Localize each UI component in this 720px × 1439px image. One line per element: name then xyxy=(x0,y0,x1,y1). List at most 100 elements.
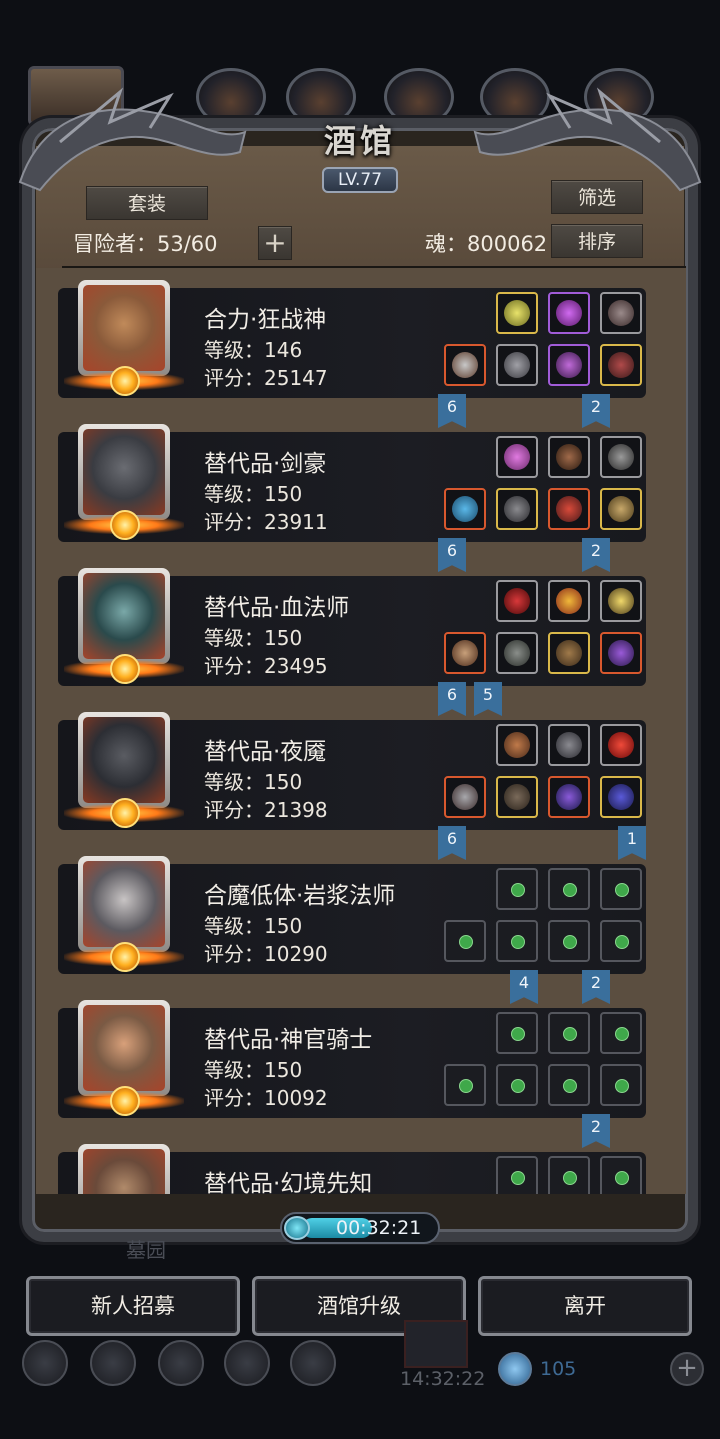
armor-slot[interactable] xyxy=(548,488,590,530)
accessory-slot[interactable] xyxy=(600,292,642,334)
hero-name: 替代品·血法师 xyxy=(204,595,350,621)
set-count-flag: 6 xyxy=(438,826,466,860)
armor-slot[interactable] xyxy=(496,488,538,530)
star-rank-icon xyxy=(110,510,140,540)
empty-slot[interactable] xyxy=(496,1064,538,1106)
add-equipment-icon xyxy=(511,1079,525,1093)
hero-score: 评分：10290 xyxy=(204,942,328,966)
armor-slot[interactable] xyxy=(600,632,642,674)
hero-level: 等级：146 xyxy=(204,338,303,362)
armor-slot[interactable] xyxy=(600,344,642,386)
guild-icon[interactable] xyxy=(290,1340,336,1386)
sort-button[interactable]: 排序 xyxy=(551,224,643,258)
accessory-slot[interactable] xyxy=(600,724,642,766)
add-equipment-icon xyxy=(563,935,577,949)
accessory-slot[interactable] xyxy=(600,436,642,478)
page-title: 酒馆 xyxy=(323,122,396,160)
timer-clock-icon xyxy=(284,1216,310,1240)
accessory-slot[interactable] xyxy=(496,292,538,334)
hero-card[interactable]: 替代品·血法师 等级：150 评分：23495 xyxy=(58,568,646,686)
hero-portrait[interactable] xyxy=(64,712,184,828)
accessory-slot[interactable] xyxy=(548,436,590,478)
empty-slot[interactable] xyxy=(600,1012,642,1054)
accessory-slot[interactable] xyxy=(496,436,538,478)
add-equipment-icon xyxy=(511,883,525,897)
set-count-flag: 2 xyxy=(582,394,610,428)
hero-score: 评分：10092 xyxy=(204,1086,328,1110)
armor-slot[interactable] xyxy=(600,488,642,530)
hero-portrait[interactable] xyxy=(64,856,184,972)
hero-card[interactable]: 合力·狂战神 等级：146 评分：25147 xyxy=(58,280,646,398)
shop-icon[interactable] xyxy=(158,1340,204,1386)
hero-name: 替代品·幻境先知 xyxy=(204,1171,373,1194)
leave-button[interactable]: 离开 xyxy=(478,1276,692,1336)
accessory-slot[interactable] xyxy=(548,724,590,766)
add-equipment-icon xyxy=(459,935,473,949)
empty-slot[interactable] xyxy=(548,1012,590,1054)
hero-list[interactable]: 合力·狂战神 等级：146 评分：25147 6 2 替代品·剑豪 等级：150… xyxy=(36,268,686,1194)
empty-slot[interactable] xyxy=(496,1012,538,1054)
hero-portrait[interactable] xyxy=(64,1000,184,1116)
empty-slot[interactable] xyxy=(496,868,538,910)
timer-text: 00:32:21 xyxy=(336,1217,422,1239)
star-rank-icon xyxy=(110,1086,140,1116)
empty-slot[interactable] xyxy=(600,868,642,910)
weapon-slot[interactable] xyxy=(444,344,486,386)
hero-portrait[interactable] xyxy=(64,568,184,684)
empty-slot[interactable] xyxy=(548,1064,590,1106)
mail-icon[interactable] xyxy=(224,1340,270,1386)
empty-slot[interactable] xyxy=(444,920,486,962)
empty-slot[interactable] xyxy=(496,1156,538,1194)
soul-count: 魂：800062 xyxy=(425,232,548,256)
accessory-slot[interactable] xyxy=(548,580,590,622)
armor-slot[interactable] xyxy=(548,344,590,386)
set-count-flag: 6 xyxy=(438,538,466,572)
set-button[interactable]: 套装 xyxy=(86,186,208,220)
hero-card[interactable]: 替代品·神官骑士 等级：150 评分：10092 xyxy=(58,1000,646,1118)
add-equipment-icon xyxy=(615,883,629,897)
achievement-icon[interactable] xyxy=(90,1340,136,1386)
empty-slot[interactable] xyxy=(548,920,590,962)
hero-card[interactable]: 替代品·剑豪 等级：150 评分：23911 xyxy=(58,424,646,542)
hero-score: 评分：23911 xyxy=(204,510,328,534)
hero-card[interactable]: 替代品·幻境先知 xyxy=(58,1144,646,1194)
armor-slot[interactable] xyxy=(496,776,538,818)
accessory-slot[interactable] xyxy=(548,292,590,334)
hero-score: 评分：25147 xyxy=(204,366,328,390)
armor-slot[interactable] xyxy=(496,632,538,674)
weapon-slot[interactable] xyxy=(444,776,486,818)
add-equipment-icon xyxy=(563,1079,577,1093)
empty-slot[interactable] xyxy=(600,1156,642,1194)
recruit-button[interactable]: 新人招募 xyxy=(26,1276,240,1336)
hero-portrait[interactable] xyxy=(64,280,184,396)
hero-card[interactable]: 替代品·夜魇 等级：150 评分：21398 xyxy=(58,712,646,830)
hero-portrait[interactable] xyxy=(64,424,184,540)
hero-card[interactable]: 合魔低体·岩浆法师 等级：150 评分：10290 xyxy=(58,856,646,974)
empty-slot[interactable] xyxy=(496,920,538,962)
armor-slot[interactable] xyxy=(600,776,642,818)
empty-slot[interactable] xyxy=(548,1156,590,1194)
hero-level: 等级：150 xyxy=(204,1058,303,1082)
weapon-slot[interactable] xyxy=(444,488,486,530)
filter-button[interactable]: 筛选 xyxy=(551,180,643,214)
accessory-slot[interactable] xyxy=(496,724,538,766)
settings-icon[interactable] xyxy=(22,1340,68,1386)
armor-slot[interactable] xyxy=(548,632,590,674)
star-rank-icon xyxy=(110,942,140,972)
add-equipment-icon xyxy=(511,935,525,949)
empty-slot[interactable] xyxy=(600,1064,642,1106)
armor-slot[interactable] xyxy=(548,776,590,818)
accessory-slot[interactable] xyxy=(496,580,538,622)
add-slot-button[interactable]: + xyxy=(258,226,292,260)
empty-slot[interactable] xyxy=(444,1064,486,1106)
set-count-flag: 6 xyxy=(438,394,466,428)
empty-slot[interactable] xyxy=(600,920,642,962)
armor-slot[interactable] xyxy=(496,344,538,386)
empty-slot[interactable] xyxy=(548,868,590,910)
add-currency-icon[interactable]: + xyxy=(670,1352,704,1386)
add-equipment-icon xyxy=(615,935,629,949)
weapon-slot[interactable] xyxy=(444,632,486,674)
accessory-slot[interactable] xyxy=(600,580,642,622)
set-count-flag: 2 xyxy=(582,538,610,572)
hero-portrait[interactable] xyxy=(78,1144,170,1194)
